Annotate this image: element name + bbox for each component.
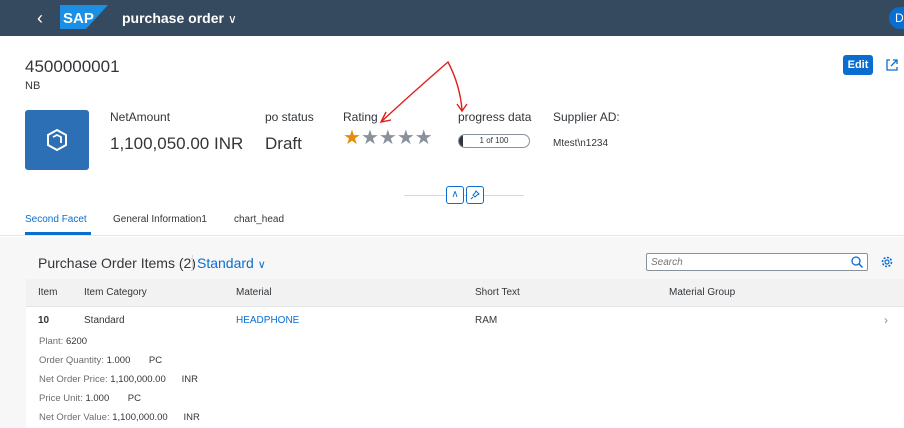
annotation-stroke [380,60,463,123]
annotation-arrows [379,60,468,123]
